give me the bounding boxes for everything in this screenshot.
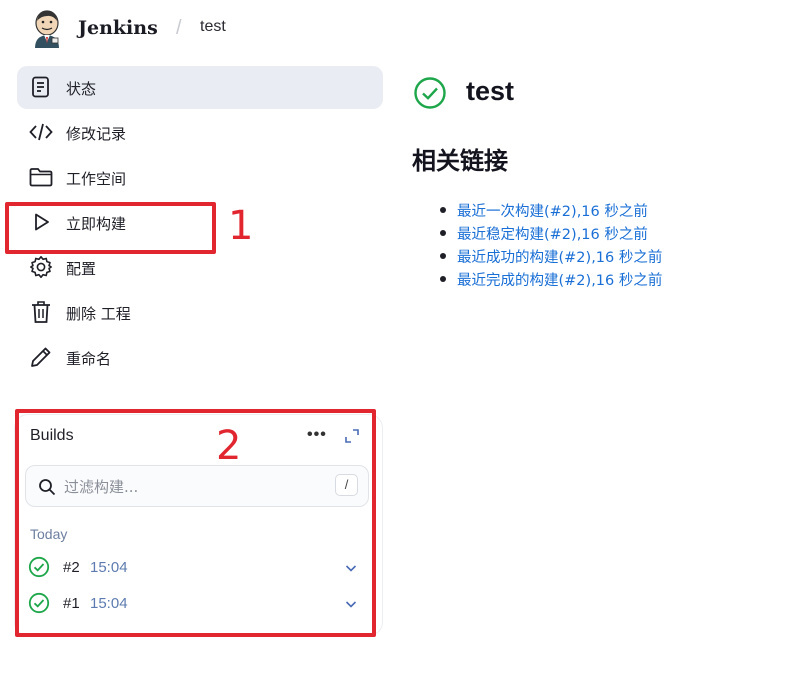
list-item: 最近完成的构建(#2),16 秒之前 — [438, 269, 662, 292]
link-last-build[interactable]: 最近一次构建(#2),16 秒之前 — [457, 204, 648, 220]
related-links-list: 最近一次构建(#2),16 秒之前 最近稳定构建(#2),16 秒之前 最近成功… — [438, 200, 662, 292]
document-icon — [29, 75, 53, 99]
sidebar-item-label: 状态 — [66, 80, 97, 98]
annotation-number-2: 2 — [216, 423, 242, 469]
sidebar-item-delete-project[interactable]: 删除 工程 — [17, 291, 383, 334]
annotation-box-1 — [5, 202, 216, 254]
project-title: test — [466, 76, 515, 106]
brand-title[interactable]: Jenkins — [78, 17, 158, 39]
sidebar-item-label: 修改记录 — [66, 125, 127, 143]
sidebar-item-status[interactable]: 状态 — [17, 66, 383, 109]
sidebar-item-rename[interactable]: 重命名 — [17, 336, 383, 379]
pencil-icon — [29, 345, 53, 369]
annotation-box-2 — [15, 409, 376, 637]
jenkins-logo-icon[interactable] — [30, 9, 64, 49]
code-icon — [29, 120, 53, 144]
link-last-stable-build[interactable]: 最近稳定构建(#2),16 秒之前 — [457, 227, 648, 243]
annotation-number-1: 1 — [228, 203, 254, 249]
sidebar-item-label: 工作空间 — [66, 170, 127, 188]
list-item: 最近稳定构建(#2),16 秒之前 — [438, 223, 662, 246]
link-last-completed-build[interactable]: 最近完成的构建(#2),16 秒之前 — [457, 273, 662, 289]
success-status-icon — [414, 77, 446, 109]
sidebar-item-label: 配置 — [66, 260, 97, 278]
list-item: 最近一次构建(#2),16 秒之前 — [438, 200, 662, 223]
breadcrumb-project[interactable]: test — [200, 18, 226, 36]
sidebar-item-label: 删除 工程 — [66, 305, 131, 323]
folder-icon — [29, 165, 53, 189]
sidebar-item-workspace[interactable]: 工作空间 — [17, 156, 383, 199]
breadcrumb-separator: / — [176, 17, 182, 39]
gear-icon — [29, 255, 53, 279]
top-header: Jenkins / test — [0, 0, 806, 56]
trash-icon — [29, 300, 53, 324]
link-last-successful-build[interactable]: 最近成功的构建(#2),16 秒之前 — [457, 250, 662, 266]
related-links-heading: 相关链接 — [412, 147, 508, 175]
sidebar-item-changes[interactable]: 修改记录 — [17, 111, 383, 154]
list-item: 最近成功的构建(#2),16 秒之前 — [438, 246, 662, 269]
sidebar-item-label: 重命名 — [66, 350, 112, 368]
